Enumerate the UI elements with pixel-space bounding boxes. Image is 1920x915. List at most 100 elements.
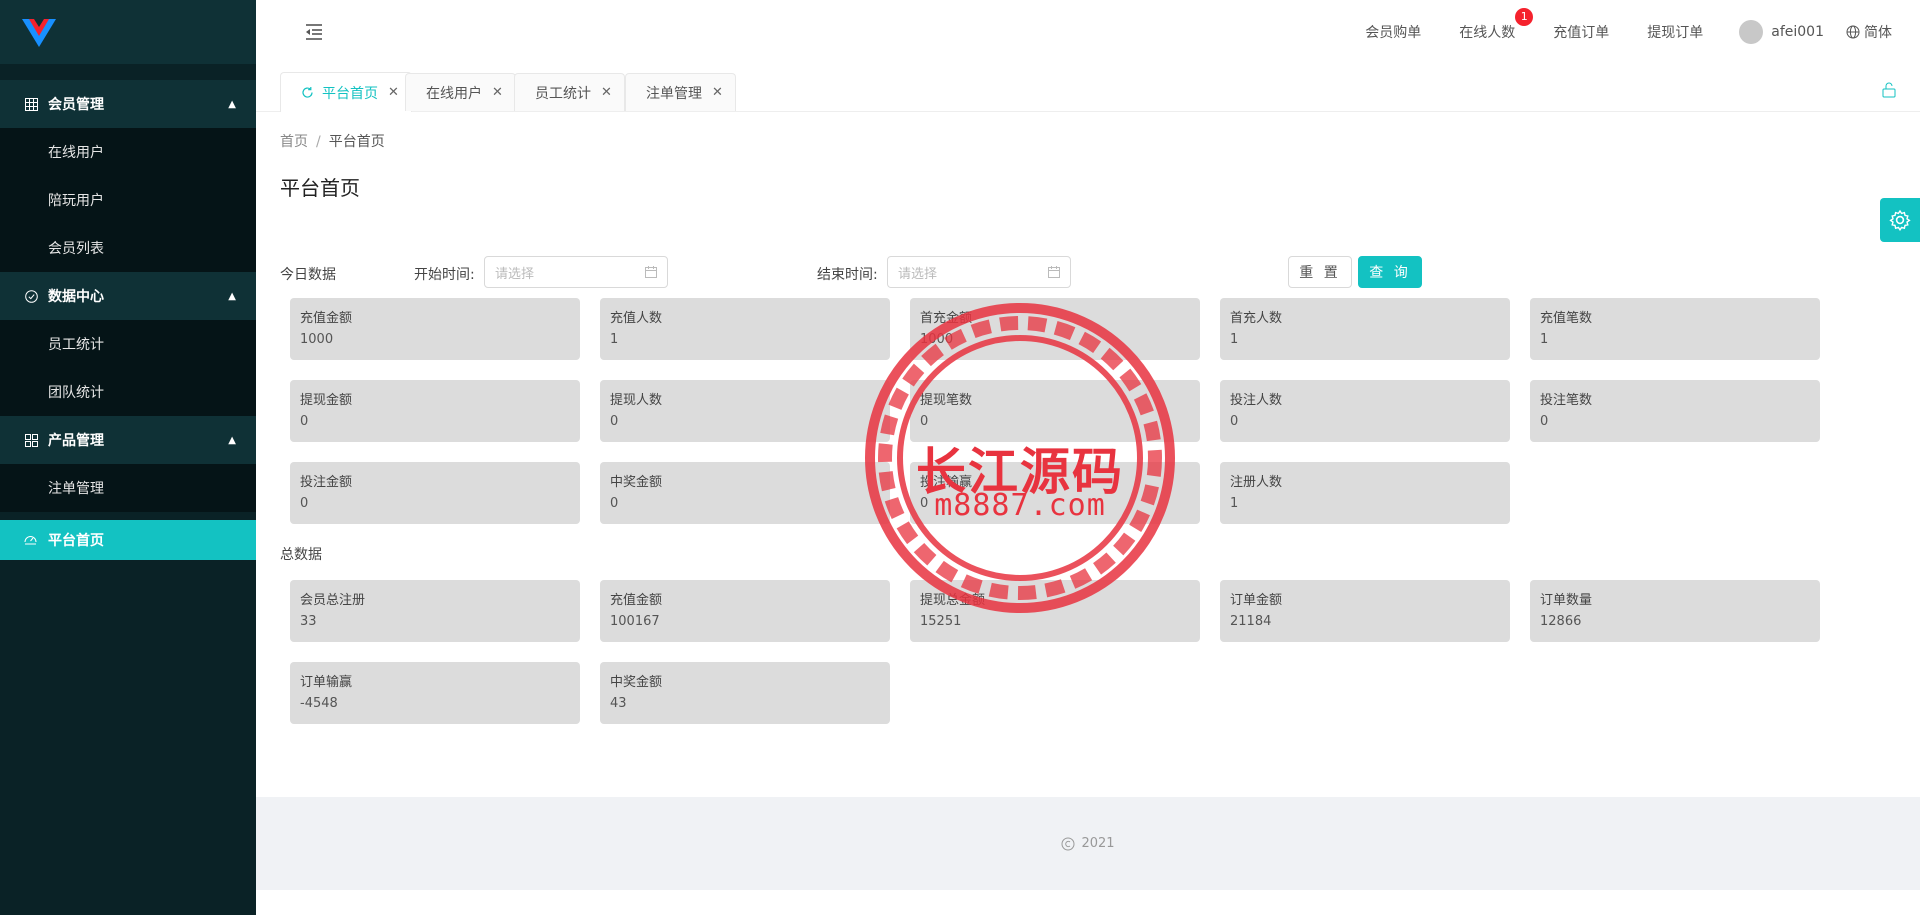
- refresh-icon[interactable]: [301, 86, 314, 99]
- sidebar-item-dashboard[interactable]: 平台首页: [0, 520, 256, 560]
- tab-label: 员工统计: [535, 85, 591, 102]
- sidebar: 会员管理 ▲ 在线用户 陪玩用户 会员列表 数据中心 ▲ 员工统计 团队统计 产…: [0, 0, 256, 915]
- stat-title: 首充人数: [1230, 311, 1283, 326]
- nav-withdraw-orders[interactable]: 提现订单: [1647, 22, 1703, 42]
- close-icon[interactable]: ✕: [492, 85, 503, 100]
- stat-title: 投注金额: [300, 475, 353, 490]
- stat-value: 1: [1540, 332, 1549, 347]
- stat-value: 0: [920, 496, 929, 511]
- nav-member-purchase[interactable]: 会员购单: [1365, 22, 1421, 42]
- footer: 2021: [256, 797, 1920, 890]
- menu-group-product[interactable]: 产品管理 ▲: [0, 416, 256, 464]
- stat-value: 12866: [1540, 614, 1582, 629]
- stat-card: 充值人数 1: [600, 298, 890, 360]
- logo[interactable]: [0, 0, 256, 64]
- stat-title: 首充金额: [920, 311, 973, 326]
- breadcrumb-home[interactable]: 首页: [280, 134, 308, 150]
- stat-value: 0: [610, 414, 619, 429]
- stat-title: 投注输赢: [920, 475, 973, 490]
- sidebar-item-bet-management[interactable]: 注单管理: [0, 464, 256, 512]
- user-menu[interactable]: afei001: [1739, 20, 1824, 44]
- nav-recharge-orders[interactable]: 充值订单: [1553, 22, 1609, 42]
- user-name: afei001: [1771, 24, 1824, 40]
- query-button[interactable]: 查 询: [1358, 256, 1422, 288]
- menu-group-label: 数据中心: [48, 289, 104, 305]
- stat-title: 订单输赢: [300, 675, 353, 690]
- close-icon[interactable]: ✕: [601, 85, 612, 100]
- stat-value: 1: [610, 332, 619, 347]
- start-date-picker[interactable]: 请选择: [484, 256, 668, 288]
- page-title: 平台首页: [280, 176, 360, 200]
- globe-icon: [1846, 25, 1860, 39]
- menu-group-member[interactable]: 会员管理 ▲: [0, 80, 256, 128]
- nav-online-label: 在线人数: [1459, 25, 1516, 41]
- calendar-icon: [645, 266, 657, 278]
- end-time-label: 结束时间:: [817, 267, 878, 283]
- menu-fold-icon: [306, 24, 322, 40]
- language-switcher[interactable]: 简体: [1846, 22, 1892, 42]
- stat-value: 0: [1540, 414, 1549, 429]
- tab-bet-management[interactable]: 注单管理 ✕: [625, 73, 736, 111]
- sidebar-item-staff-stats[interactable]: 员工统计: [0, 320, 256, 368]
- stat-title: 订单数量: [1540, 593, 1593, 608]
- stat-card: 提现总金额 15251: [910, 580, 1200, 642]
- stat-title: 提现人数: [610, 393, 663, 408]
- avatar: [1739, 20, 1764, 44]
- stat-value: -4548: [300, 696, 338, 711]
- dashboard-icon: [24, 533, 38, 547]
- total-section-label: 总数据: [280, 547, 322, 563]
- stat-title: 充值笔数: [1540, 311, 1593, 326]
- table-icon: [24, 97, 38, 111]
- stat-title: 充值人数: [610, 311, 663, 326]
- stat-card: 充值金额 1000: [290, 298, 580, 360]
- end-date-picker[interactable]: 请选择: [887, 256, 1071, 288]
- breadcrumb-separator: /: [316, 134, 321, 150]
- stat-card: 中奖金额 43: [600, 662, 890, 724]
- check-circle-icon: [24, 289, 38, 303]
- stat-value: 15251: [920, 614, 962, 629]
- chevron-up-icon: ▲: [228, 434, 236, 446]
- menu-group-data-center[interactable]: 数据中心 ▲: [0, 272, 256, 320]
- stat-title: 会员总注册: [300, 593, 366, 608]
- stat-value: 1: [1230, 332, 1239, 347]
- tab-online-users[interactable]: 在线用户 ✕: [405, 73, 516, 111]
- stat-value: 1000: [300, 332, 334, 347]
- end-date-placeholder: 请选择: [898, 266, 938, 282]
- menu-group-label: 产品管理: [48, 433, 104, 449]
- stat-card: 会员总注册 33: [290, 580, 580, 642]
- stat-title: 提现笔数: [920, 393, 973, 408]
- tab-staff-stats[interactable]: 员工统计 ✕: [514, 73, 625, 111]
- sidebar-item-team-stats[interactable]: 团队统计: [0, 368, 256, 416]
- stat-title: 提现金额: [300, 393, 353, 408]
- unlock-icon[interactable]: [1882, 82, 1896, 102]
- tab-label: 在线用户: [426, 85, 482, 102]
- today-section-label: 今日数据: [280, 267, 336, 283]
- tab-dashboard[interactable]: 平台首页 ✕: [280, 72, 412, 112]
- breadcrumb-current: 平台首页: [328, 134, 385, 150]
- sidebar-item-member-list[interactable]: 会员列表: [0, 224, 256, 272]
- close-icon[interactable]: ✕: [388, 85, 399, 100]
- stat-value: 1000: [920, 332, 954, 347]
- stat-card: 提现金额 0: [290, 380, 580, 442]
- stat-card: 投注金额 0: [290, 462, 580, 524]
- sidebar-item-online-users[interactable]: 在线用户: [0, 128, 256, 176]
- start-time-label: 开始时间:: [414, 267, 475, 283]
- stat-value: 0: [920, 414, 929, 429]
- menu-group-label: 会员管理: [48, 97, 104, 113]
- close-icon[interactable]: ✕: [712, 85, 723, 100]
- vue-logo-icon: [22, 19, 56, 47]
- stat-title: 投注笔数: [1540, 393, 1593, 408]
- stat-card: 订单数量 12866: [1530, 580, 1820, 642]
- stat-title: 充值金额: [610, 593, 663, 608]
- sidebar-item-companion-users[interactable]: 陪玩用户: [0, 176, 256, 224]
- stat-title: 中奖金额: [610, 675, 663, 690]
- stat-title: 充值金额: [300, 311, 353, 326]
- nav-online-count[interactable]: 在线人数 1: [1459, 8, 1534, 42]
- reset-button[interactable]: 重 置: [1288, 256, 1352, 288]
- tab-label: 注单管理: [646, 85, 702, 102]
- settings-drawer-button[interactable]: [1880, 198, 1920, 242]
- menu-fold-button[interactable]: [282, 0, 346, 64]
- calendar-icon: [1048, 266, 1060, 278]
- stat-card: 中奖金额 0: [600, 462, 890, 524]
- stat-value: 21184: [1230, 614, 1272, 629]
